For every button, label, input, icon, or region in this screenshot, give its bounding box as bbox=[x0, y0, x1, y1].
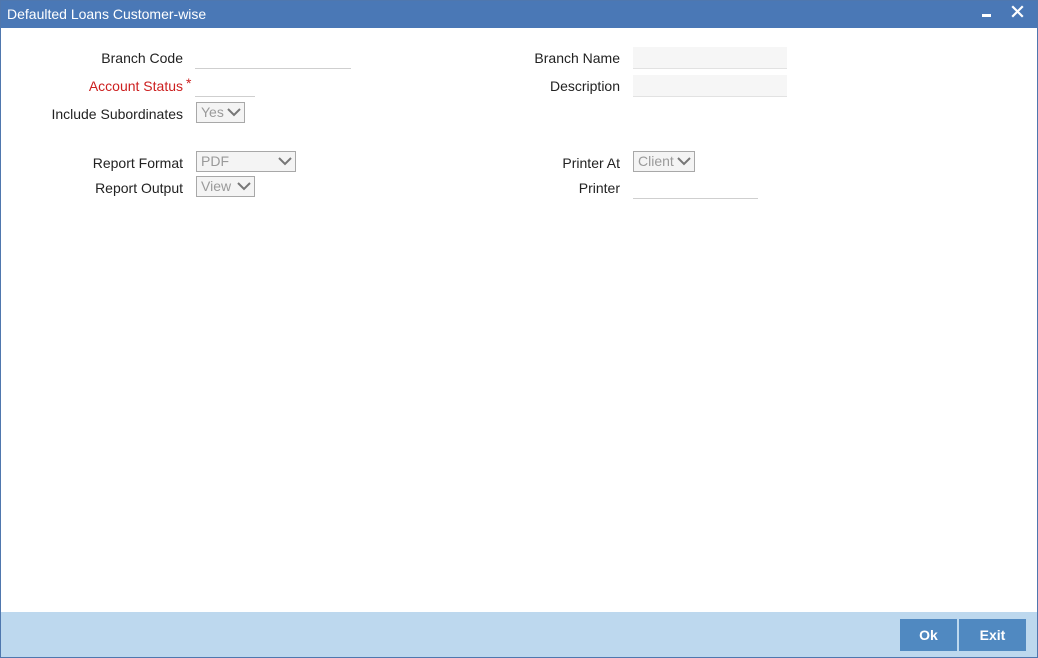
report-output-value: View bbox=[201, 178, 232, 194]
branch-code-input[interactable] bbox=[195, 47, 351, 69]
report-format-value: PDF bbox=[201, 153, 229, 169]
printer-at-select[interactable]: Client bbox=[633, 151, 695, 172]
report-window: Defaulted Loans Customer-wise Branch Cod… bbox=[0, 0, 1038, 658]
chevron-down-icon bbox=[227, 108, 241, 117]
minimize-icon bbox=[982, 14, 991, 17]
account-status-label: Account Status bbox=[88, 78, 183, 94]
minimize-button[interactable] bbox=[977, 3, 997, 23]
close-icon bbox=[1011, 5, 1024, 18]
include-subordinates-select[interactable]: Yes bbox=[196, 102, 245, 123]
report-output-select[interactable]: View bbox=[196, 176, 255, 197]
chevron-down-icon bbox=[237, 182, 251, 191]
title-bar: Defaulted Loans Customer-wise bbox=[1, 1, 1037, 28]
report-format-select[interactable]: PDF bbox=[196, 151, 296, 172]
include-subordinates-value: Yes bbox=[201, 104, 224, 120]
required-asterisk: * bbox=[186, 75, 192, 91]
ok-button[interactable]: Ok bbox=[900, 619, 957, 651]
printer-label: Printer bbox=[578, 180, 620, 196]
exit-button[interactable]: Exit bbox=[959, 619, 1026, 651]
footer-bar: Ok Exit bbox=[1, 612, 1037, 657]
branch-name-field bbox=[633, 47, 787, 69]
printer-at-value: Client bbox=[638, 153, 674, 169]
window-title: Defaulted Loans Customer-wise bbox=[7, 6, 207, 22]
report-format-label: Report Format bbox=[92, 155, 183, 171]
description-label: Description bbox=[549, 78, 620, 94]
account-status-input[interactable] bbox=[195, 75, 255, 97]
chevron-down-icon bbox=[278, 157, 292, 166]
description-field bbox=[633, 75, 787, 97]
chevron-down-icon bbox=[677, 157, 691, 166]
include-subordinates-label: Include Subordinates bbox=[51, 106, 183, 122]
report-output-label: Report Output bbox=[95, 180, 183, 196]
printer-at-label: Printer At bbox=[562, 155, 620, 171]
close-button[interactable] bbox=[1008, 3, 1028, 23]
printer-input[interactable] bbox=[633, 177, 758, 199]
branch-code-label: Branch Code bbox=[101, 50, 183, 66]
branch-name-label: Branch Name bbox=[534, 50, 620, 66]
